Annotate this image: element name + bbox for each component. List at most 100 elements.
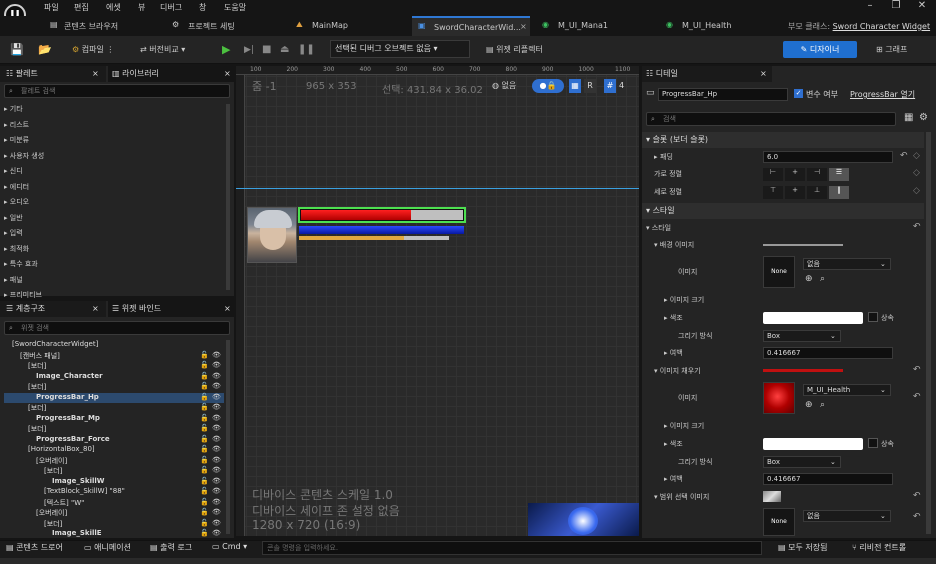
draw-as-dropdown[interactable]: Box ⌄ (763, 330, 841, 342)
maximize-icon[interactable]: ❐ (884, 0, 908, 14)
lock-icon[interactable]: 🔓 (200, 456, 209, 464)
palette-category[interactable]: ▸ 최적화 (4, 244, 29, 254)
eye-icon[interactable]: 👁 (212, 372, 221, 380)
minimize-icon[interactable]: – (858, 0, 882, 14)
padding-input[interactable]: 6.0 (763, 151, 893, 163)
lock-icon[interactable]: 🔓 (200, 382, 209, 390)
step-icon[interactable]: ▶| (244, 40, 254, 60)
reset-icon[interactable]: ↶ (913, 222, 921, 232)
animation-button[interactable]: ▭ 애니메이션 (84, 542, 131, 553)
menu-file[interactable]: 파일 (44, 2, 59, 13)
tree-row[interactable]: Image_SkillE 🔓 👁 (4, 529, 224, 539)
palette-category[interactable]: ▸ 프리미티브 (4, 290, 42, 300)
tab-content-browser[interactable]: ▤ 콘텐츠 브라우저 (42, 16, 160, 36)
eye-icon[interactable]: 👁 (212, 382, 221, 390)
stop-icon[interactable]: ■ (262, 40, 271, 60)
tree-row[interactable]: [SwordCharacterWidget] (4, 340, 224, 350)
lock-icon[interactable]: 🔓 (200, 435, 209, 443)
eye-icon[interactable]: 👁 (212, 351, 221, 359)
align-vfill-icon[interactable]: ‖ (829, 186, 849, 199)
palette-category[interactable]: ▸ 오디오 (4, 197, 29, 207)
fill-image-thumbnail[interactable] (763, 382, 795, 414)
align-fill-icon[interactable]: ☰ (829, 168, 849, 181)
lock-icon[interactable]: 🔓 (200, 519, 209, 527)
margin-row[interactable]: ▸ 여백 (664, 345, 683, 361)
keyframe-diamond-icon[interactable]: ◇ (913, 168, 920, 178)
tree-row[interactable]: Image_Character 🔓 👁 (4, 372, 224, 382)
lock-icon[interactable]: 🔓 (200, 487, 209, 495)
open-progressbar-link[interactable]: ProgressBar 열기 (850, 89, 915, 100)
fill-draw-as-dropdown[interactable]: Box ⌄ (763, 456, 841, 468)
style-section-header[interactable]: ▾ 스타일 (642, 203, 924, 219)
margin-input[interactable]: 0.416667 (763, 347, 893, 359)
compile-button[interactable]: ⚙ 컴파일 ⋮ (72, 40, 114, 60)
palette-category[interactable]: ▸ 사용자 생성 (4, 151, 44, 161)
debug-object-dropdown[interactable]: 선택된 디버그 오브젝트 없음 ▾ (330, 40, 470, 58)
align-top-icon[interactable]: ⊤ (763, 186, 783, 199)
eye-icon[interactable]: 👁 (212, 424, 221, 432)
background-image-thumbnail[interactable]: None (763, 256, 795, 288)
eye-icon[interactable]: 👁 (212, 414, 221, 422)
lock-icon[interactable]: 🔓 (200, 445, 209, 453)
output-log-button[interactable]: ▤ 출력 로그 (150, 542, 192, 553)
close-palette-icon[interactable]: × (92, 66, 99, 82)
tree-row[interactable]: ProgressBar_Force 🔓 👁 (4, 435, 224, 445)
details-search-input[interactable]: ⌕ 검색 (646, 112, 896, 126)
eject-icon[interactable]: ⏏ (280, 40, 289, 60)
marquee-image-thumbnail[interactable]: None (763, 508, 795, 536)
menu-edit[interactable]: 편집 (74, 2, 89, 13)
reset-icon[interactable]: ↶ (913, 392, 921, 402)
palette-category[interactable]: ▸ 미분류 (4, 135, 29, 145)
lock-icon[interactable]: 🔓 (200, 403, 209, 411)
is-variable-checkbox[interactable]: ✓ (794, 89, 803, 98)
lock-toggle[interactable]: ●🔒 (532, 79, 564, 93)
fill-image-size-row[interactable]: ▸ 이미지 크기 (664, 418, 704, 434)
keyframe-diamond-icon[interactable]: ◇ (913, 151, 920, 161)
browse-asset-icon[interactable]: 📂 (38, 40, 52, 60)
fill-tint-row[interactable]: ▸ 색조 (664, 436, 683, 452)
tree-row[interactable]: [보더] 🔓 👁 (4, 382, 224, 392)
close-library-icon[interactable]: × (224, 66, 231, 82)
tree-row[interactable]: [보더] 🔓 👁 (4, 424, 224, 434)
marquee-image-row[interactable]: ▾ 범위 선택 이미지 (654, 489, 924, 505)
lock-icon[interactable]: 🔓 (200, 466, 209, 474)
tree-row[interactable]: [오버레이] 🔓 👁 (4, 508, 224, 518)
browse-icon[interactable]: ⌕ (820, 400, 825, 410)
palette-category[interactable]: ▸ 입력 (4, 228, 23, 238)
tree-row[interactable]: Image_SkillW 🔓 👁 (4, 477, 224, 487)
tree-row[interactable]: ProgressBar_Mp 🔓 👁 (4, 414, 224, 424)
eye-icon[interactable]: 👁 (212, 466, 221, 474)
fill-margin-row[interactable]: ▸ 여백 (664, 471, 683, 487)
lock-icon[interactable]: 🔓 (200, 529, 209, 537)
eye-icon[interactable]: 👁 (212, 519, 221, 527)
marquee-image-dropdown[interactable]: 없음 ⌄ (803, 510, 891, 522)
designer-viewport[interactable]: 100 200 300 400 500 600 700 800 900 1000 1100 줌 -1… (236, 66, 639, 536)
fill-tint-color-swatch[interactable] (763, 438, 863, 450)
content-drawer-button[interactable]: ▤ 콘텐츠 드로어 (6, 542, 63, 553)
hierarchy-scrollbar[interactable] (226, 340, 230, 534)
reset-icon[interactable]: ↶ (900, 151, 908, 161)
align-bottom-icon[interactable]: ⊥ (807, 186, 827, 199)
force-bar[interactable] (299, 236, 449, 240)
menu-view[interactable]: 뷰 (138, 2, 145, 13)
tree-row[interactable]: [TextBlock_SkillW] "88" 🔓 👁 (4, 487, 224, 497)
hp-bar-selected[interactable] (298, 207, 466, 223)
palette-category[interactable]: ▸ 신디 (4, 166, 23, 176)
source-control-button[interactable]: ⑂ 리비전 컨트롤 (852, 542, 906, 553)
pause-icon[interactable]: ❚❚ (298, 40, 315, 60)
diff-button[interactable]: ⇄ 버전비교 ▾ (140, 40, 185, 60)
tree-row[interactable]: [보더] 🔓 👁 (4, 403, 224, 413)
tree-row[interactable]: ProgressBar_Hp 🔓 👁 (4, 392, 224, 403)
lock-icon[interactable]: 🔓 (200, 414, 209, 422)
menu-asset[interactable]: 에셋 (106, 2, 121, 13)
lock-icon[interactable]: 🔓 (200, 498, 209, 506)
lock-icon[interactable]: 🔓 (200, 372, 209, 380)
eye-icon[interactable]: 👁 (212, 393, 221, 401)
close-bindings-icon[interactable]: × (224, 301, 231, 317)
lock-icon[interactable]: 🔓 (200, 508, 209, 516)
eye-icon[interactable]: 👁 (212, 435, 221, 443)
reset-icon[interactable]: ↶ (913, 491, 921, 501)
details-tab[interactable]: ☷ 디테일 × (642, 66, 772, 82)
widget-name-input[interactable]: ProgressBar_Hp (658, 88, 788, 101)
grid-snap-value[interactable]: 4 (619, 79, 629, 93)
